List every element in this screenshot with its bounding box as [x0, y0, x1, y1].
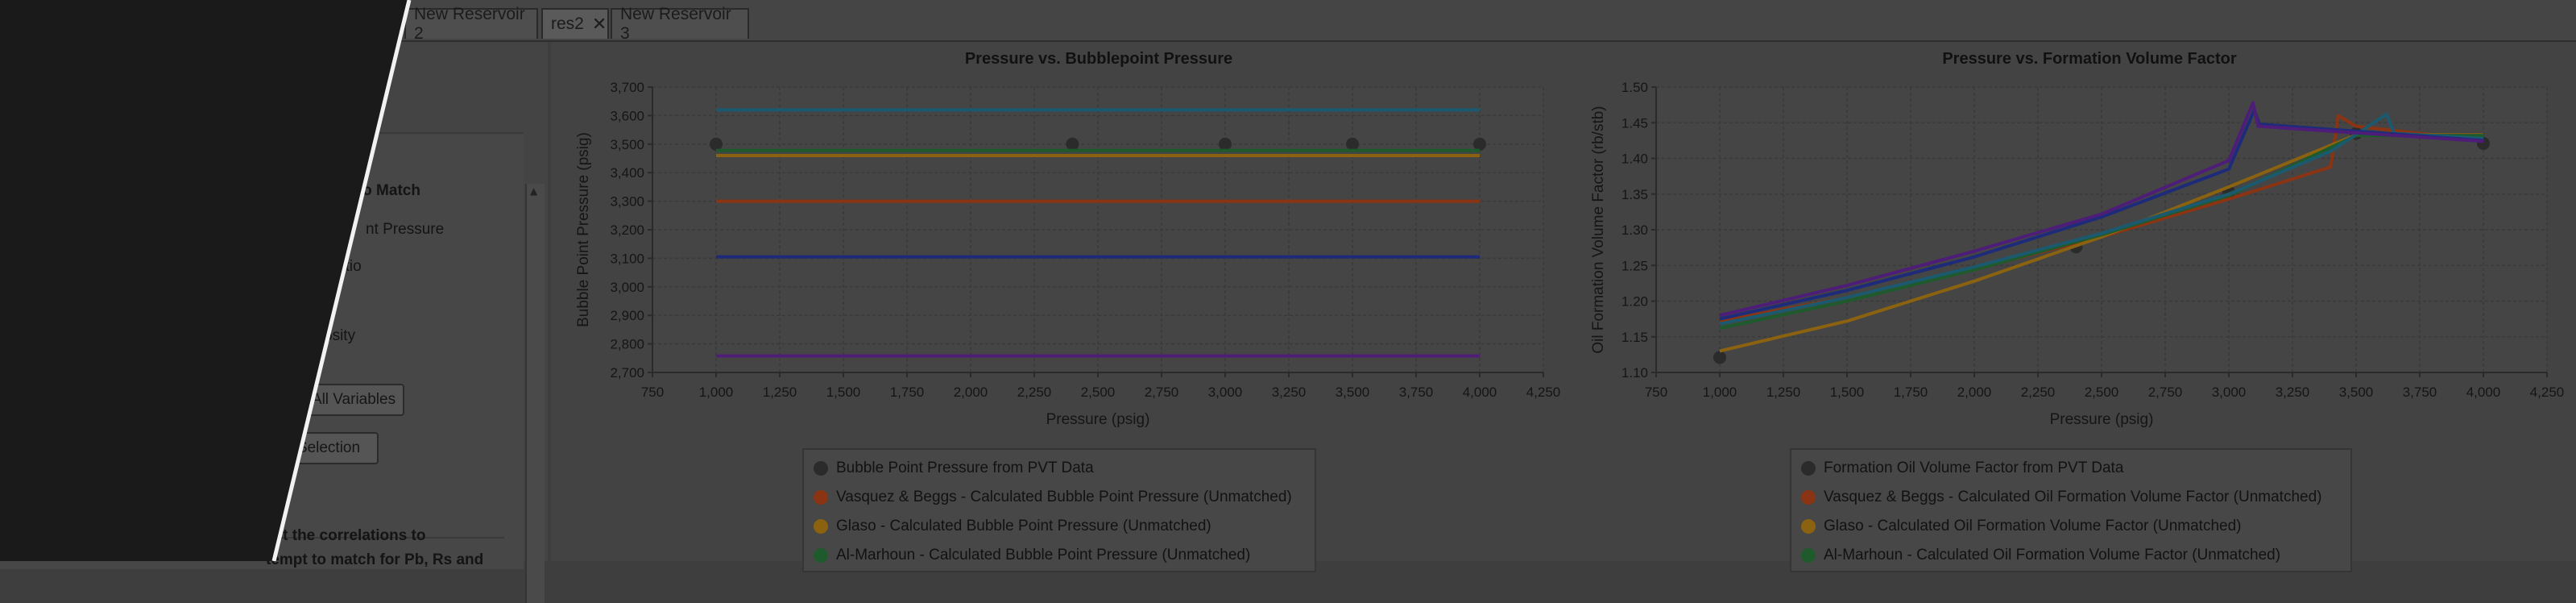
- y-tick-label: 3,200: [610, 222, 644, 238]
- x-tick-label: 1,750: [890, 385, 925, 400]
- legend-label: Glaso - Calculated Oil Formation Volume …: [1824, 518, 2242, 534]
- legend-marker: [814, 548, 828, 563]
- legend-item[interactable]: Al-Marhoun - Calculated Oil Formation Vo…: [1801, 547, 2280, 564]
- y-tick-label: 1.20: [1621, 294, 1648, 310]
- legend-item[interactable]: Al-Marhoun - Calculated Bubble Point Pre…: [814, 547, 1250, 564]
- x-tick-label: 2,000: [954, 385, 988, 400]
- x-tick-label: 3,750: [1399, 385, 1434, 400]
- x-tick-label: 1,000: [699, 385, 734, 400]
- x-tick-label: 3,500: [1336, 385, 1370, 400]
- x-tick-label: 2,500: [1081, 385, 1116, 400]
- x-tick-label: 1,500: [826, 385, 861, 400]
- y-tick-label: 1.10: [1621, 365, 1648, 381]
- x-tick-label: 1,000: [1703, 385, 1737, 400]
- legend-marker: [814, 519, 828, 534]
- y-tick-label: 1.25: [1621, 258, 1648, 273]
- y-tick-label: 1.15: [1621, 330, 1648, 345]
- data-point: [1473, 137, 1486, 151]
- legend-fvf: Formation Oil Volume Factor from PVT Dat…: [1790, 448, 2352, 572]
- x-tick-label: 4,250: [2530, 385, 2565, 400]
- legend-label: Al-Marhoun - Calculated Bubble Point Pre…: [836, 547, 1251, 563]
- legend-marker: [1801, 548, 1816, 563]
- x-tick-label: 2,250: [1017, 385, 1052, 400]
- legend-item[interactable]: Formation Oil Volume Factor from PVT Dat…: [1801, 460, 2123, 477]
- y-tick-label: 1.40: [1621, 152, 1648, 167]
- legend-marker: [814, 490, 828, 505]
- data-point: [710, 137, 723, 151]
- y-axis-label: Oil Formation Volume Factor (rb/stb): [1590, 106, 1607, 353]
- legend-item[interactable]: Vasquez & Beggs - Calculated Bubble Poin…: [814, 489, 1292, 506]
- plot-0: 750 1,000 1,250 1,500 1,750 2,000 2,250 2,500 2,…: [575, 80, 1560, 428]
- data-point: [1713, 351, 1726, 364]
- legend-bubblepoint: Bubble Point Pressure from PVT Data Vasq…: [802, 448, 1316, 572]
- y-tick-label: 2,700: [610, 365, 644, 381]
- y-tick-label: 3,400: [610, 165, 644, 181]
- y-tick-label: 2,800: [610, 337, 644, 352]
- legend-item[interactable]: Glaso - Calculated Oil Formation Volume …: [1801, 518, 2241, 535]
- legend-label: Formation Oil Volume Factor from PVT Dat…: [1824, 460, 2124, 476]
- x-tick-label: 1,500: [1830, 385, 1865, 400]
- legend-label: Vasquez & Beggs - Calculated Oil Formati…: [1824, 489, 2322, 505]
- legend-marker: [1801, 519, 1816, 534]
- y-tick-label: 3,100: [610, 251, 644, 266]
- mask-region: [0, 0, 408, 561]
- x-tick-label: 4,000: [2466, 385, 2501, 400]
- x-tick-label: 3,750: [2403, 385, 2437, 400]
- x-tick-label: 4,250: [1526, 385, 1561, 400]
- legend-label: Al-Marhoun - Calculated Oil Formation Vo…: [1824, 547, 2281, 563]
- data-point: [1066, 137, 1079, 151]
- x-tick-label: 2,750: [1145, 385, 1179, 400]
- x-axis-label: Pressure (psig): [2050, 411, 2154, 428]
- x-tick-label: 2,750: [2148, 385, 2183, 400]
- data-point: [1219, 137, 1232, 151]
- y-tick-label: 1.30: [1621, 222, 1648, 238]
- x-tick-label: 3,250: [1272, 385, 1307, 400]
- x-tick-label: 3,000: [2212, 385, 2247, 400]
- legend-marker: [1801, 490, 1816, 505]
- y-tick-label: 3,500: [610, 137, 644, 152]
- x-tick-label: 3,250: [2276, 385, 2310, 400]
- x-tick-label: 750: [1645, 385, 1667, 400]
- plot-1: 750 1,000 1,250 1,500 1,750 2,000 2,250 2,500 2,…: [1590, 80, 2564, 428]
- y-tick-label: 3,700: [610, 80, 644, 95]
- y-axis-label: Bubble Point Pressure (psig): [575, 132, 592, 327]
- x-tick-label: 2,500: [2085, 385, 2119, 400]
- data-point: [1346, 137, 1359, 151]
- legend-item[interactable]: Glaso - Calculated Bubble Point Pressure…: [814, 518, 1211, 535]
- legend-item[interactable]: Vasquez & Beggs - Calculated Oil Formati…: [1801, 489, 2321, 506]
- y-tick-label: 1.45: [1621, 115, 1648, 131]
- y-tick-label: 1.35: [1621, 187, 1648, 202]
- x-tick-label: 1,250: [1766, 385, 1801, 400]
- legend-item[interactable]: Bubble Point Pressure from PVT Data: [814, 460, 1094, 477]
- legend-label: Glaso - Calculated Bubble Point Pressure…: [836, 518, 1211, 534]
- x-tick-label: 2,250: [2021, 385, 2056, 400]
- x-tick-label: 2,000: [1957, 385, 1992, 400]
- x-tick-label: 4,000: [1463, 385, 1497, 400]
- x-tick-label: 750: [641, 385, 664, 400]
- x-tick-label: 1,750: [1894, 385, 1928, 400]
- x-axis-label: Pressure (psig): [1046, 411, 1150, 428]
- x-tick-label: 3,500: [2339, 385, 2374, 400]
- legend-marker: [1801, 461, 1816, 476]
- legend-label: Vasquez & Beggs - Calculated Bubble Poin…: [836, 489, 1292, 505]
- dark-diagonal-mask: [0, 0, 412, 561]
- legend-marker: [814, 461, 828, 476]
- legend-label: Bubble Point Pressure from PVT Data: [836, 460, 1094, 476]
- y-tick-label: 3,300: [610, 194, 644, 210]
- y-tick-label: 3,600: [610, 108, 644, 123]
- x-tick-label: 1,250: [763, 385, 797, 400]
- y-tick-label: 3,000: [610, 280, 644, 295]
- y-tick-label: 1.50: [1621, 80, 1648, 95]
- x-tick-label: 3,000: [1208, 385, 1243, 400]
- y-tick-label: 2,900: [610, 308, 644, 323]
